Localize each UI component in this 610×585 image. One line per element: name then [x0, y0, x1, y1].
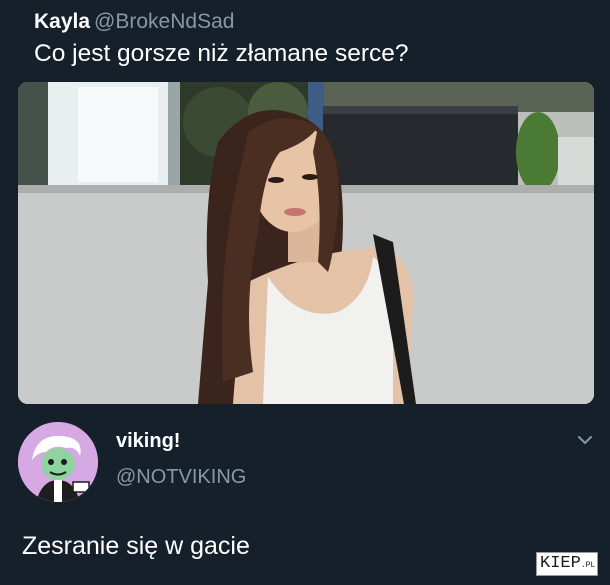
quoted-tweet-header: Kayla @BrokeNdSad — [34, 10, 234, 34]
quoted-handle[interactable]: @BrokeNdSad — [94, 10, 234, 33]
reply-handle[interactable]: @NOTVIKING — [116, 466, 246, 489]
site-watermark: KIEP.PL — [536, 552, 598, 576]
watermark-brand: KIEP — [540, 554, 581, 573]
tweet-photo[interactable] — [18, 82, 594, 404]
reply-avatar[interactable] — [18, 422, 98, 502]
watermark-suffix: .PL — [580, 561, 596, 570]
woman-photo-image — [18, 82, 594, 404]
quoted-display-name[interactable]: Kayla — [34, 10, 90, 33]
reply-display-name[interactable]: viking! — [116, 430, 180, 453]
chevron-down-icon[interactable] — [574, 432, 596, 448]
quoted-tweet-text: Co jest gorsze niż złamane serce? — [34, 40, 409, 67]
cartoon-avatar-icon — [18, 422, 98, 502]
reply-tweet-text: Zesranie się w gacie — [22, 532, 250, 560]
quoted-tweet[interactable]: Kayla @BrokeNdSad Co jest gorsze niż złam… — [18, 4, 594, 404]
